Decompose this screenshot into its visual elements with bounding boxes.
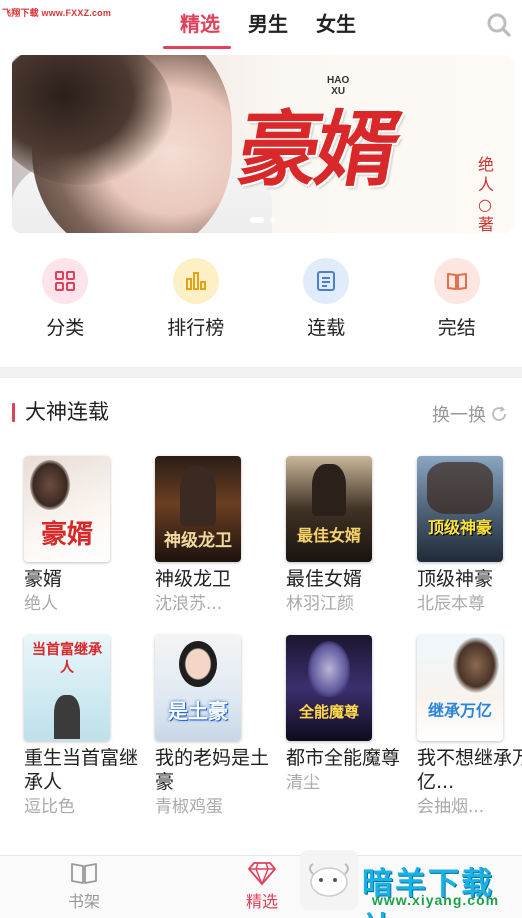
nav-label: 书架 bbox=[67, 892, 100, 911]
book-title: 我的老妈是土豪 bbox=[155, 747, 270, 793]
banner-author: 绝人○著 bbox=[478, 155, 495, 233]
pager-dot bbox=[270, 217, 276, 223]
open-book-icon bbox=[433, 258, 480, 304]
sheep-logo-icon bbox=[300, 850, 358, 910]
cover-title: 最佳女婿 bbox=[296, 526, 361, 545]
cover-title: 神级龙卫 bbox=[164, 531, 232, 551]
bar-chart-icon bbox=[172, 258, 219, 304]
book-author: 清尘 bbox=[286, 773, 320, 793]
nav-featured[interactable]: 精选 bbox=[222, 860, 302, 912]
quick-link-label: 连载 bbox=[307, 317, 346, 339]
grid-icon bbox=[42, 258, 89, 304]
nav-bookshelf[interactable]: 书架 bbox=[44, 860, 124, 912]
nav-label: 精选 bbox=[245, 892, 278, 911]
refresh-button[interactable]: 换一换 bbox=[432, 401, 508, 427]
document-icon bbox=[303, 258, 350, 304]
brand-name: 暗羊下载站 bbox=[362, 866, 494, 918]
tab-female[interactable]: 女生 bbox=[302, 9, 370, 39]
section-title: 大神连载 bbox=[25, 400, 109, 424]
book-title: 豪婿 bbox=[24, 568, 63, 590]
tab-featured[interactable]: 精选 bbox=[166, 9, 234, 39]
quick-link-label: 完结 bbox=[437, 317, 476, 339]
book-card[interactable]: 豪婿 豪婿 绝人 bbox=[24, 456, 144, 615]
book-author: 沈浪苏... bbox=[155, 594, 223, 614]
book-card[interactable]: 最佳女婿 最佳女婿 林羽江颜 bbox=[286, 456, 406, 615]
book-title: 神级龙卫 bbox=[155, 568, 232, 590]
banner-pager bbox=[250, 217, 276, 223]
book-author: 会抽烟... bbox=[417, 797, 485, 817]
book-cover: 是土豪 bbox=[155, 635, 241, 741]
book-card[interactable]: 全能魔尊 都市全能魔尊 清尘 bbox=[286, 635, 406, 818]
book-author: 绝人 bbox=[24, 594, 58, 614]
quick-link-label: 分类 bbox=[46, 317, 85, 339]
brand-url: www.xiyang.com bbox=[372, 892, 500, 908]
refresh-icon bbox=[492, 406, 506, 421]
book-author: 北辰本尊 bbox=[417, 594, 485, 614]
top-bar: 飞翔下载 www.FXXZ.com 精选 男生 女生 bbox=[0, 0, 522, 49]
book-grid: 豪婿 豪婿 绝人 神级龙卫 神级龙卫 沈浪苏... 最佳女婿 最佳女婿 林羽江颜… bbox=[24, 456, 522, 818]
pager-dot-active bbox=[250, 217, 264, 223]
book-author: 林羽江颜 bbox=[286, 594, 354, 614]
book-card[interactable]: 顶级神豪 顶级神豪 北辰本尊 bbox=[417, 456, 522, 615]
quick-link-completed[interactable]: 完结 bbox=[392, 258, 522, 340]
tab-male[interactable]: 男生 bbox=[234, 9, 302, 39]
book-cover: 顶级神豪 bbox=[417, 456, 503, 562]
watermark-text: 飞翔下载 www.FXXZ.com bbox=[2, 8, 112, 18]
section-header: 大神连载 换一换 bbox=[0, 394, 522, 430]
channel-tabs: 精选 男生 女生 bbox=[166, 9, 370, 39]
book-card[interactable]: 是土豪 我的老妈是土豪 青椒鸡蛋 bbox=[155, 635, 275, 818]
cover-title: 继承万亿 bbox=[427, 701, 492, 720]
cover-title: 顶级神豪 bbox=[427, 518, 492, 537]
cover-title: 豪婿 bbox=[40, 520, 93, 550]
quick-links: 分类 排行榜 连载 完结 bbox=[0, 258, 522, 340]
search-button[interactable] bbox=[486, 12, 512, 38]
quick-link-label: 排行榜 bbox=[167, 317, 225, 339]
book-title: 顶级神豪 bbox=[417, 568, 494, 590]
book-cover: 继承万亿 bbox=[417, 635, 503, 741]
book-author: 青椒鸡蛋 bbox=[155, 797, 223, 817]
bookshelf-icon bbox=[71, 863, 97, 884]
book-author: 逗比色 bbox=[24, 797, 75, 817]
active-tab-indicator bbox=[163, 46, 231, 49]
book-cover: 全能魔尊 bbox=[286, 635, 372, 741]
search-icon bbox=[487, 13, 511, 37]
book-card[interactable]: 当首富继承人 重生当首富继承人 逗比色 bbox=[24, 635, 144, 818]
brand-watermark: 暗羊下载站 www.xiyang.com bbox=[362, 858, 522, 918]
quick-link-category[interactable]: 分类 bbox=[0, 258, 131, 340]
book-card[interactable]: 神级龙卫 神级龙卫 沈浪苏... bbox=[155, 456, 275, 615]
book-cover: 豪婿 bbox=[24, 456, 110, 562]
book-title: 最佳女婿 bbox=[286, 568, 363, 590]
cover-title: 当首富继承人 bbox=[32, 642, 102, 676]
book-title: 重生当首富继承人 bbox=[24, 747, 139, 793]
book-cover: 神级龙卫 bbox=[155, 456, 241, 562]
diamond-icon bbox=[248, 862, 276, 886]
section-divider bbox=[0, 367, 522, 378]
book-cover: 当首富继承人 bbox=[24, 635, 110, 741]
refresh-label: 换一换 bbox=[432, 405, 486, 426]
banner-title: 豪婿 bbox=[230, 102, 404, 198]
quick-link-ranking[interactable]: 排行榜 bbox=[131, 258, 262, 340]
quick-link-serial[interactable]: 连载 bbox=[261, 258, 392, 340]
section-accent-bar bbox=[12, 403, 15, 422]
book-title: 我不想继承万亿... bbox=[417, 747, 522, 793]
book-card[interactable]: 继承万亿 我不想继承万亿... 会抽烟... bbox=[417, 635, 522, 818]
cover-title: 全能魔尊 bbox=[298, 703, 359, 721]
promo-banner[interactable]: HAO XU 豪婿 绝人○著 bbox=[12, 55, 514, 233]
book-title: 都市全能魔尊 bbox=[286, 747, 401, 769]
book-cover: 最佳女婿 bbox=[286, 456, 372, 562]
cover-title: 是土豪 bbox=[168, 699, 228, 723]
